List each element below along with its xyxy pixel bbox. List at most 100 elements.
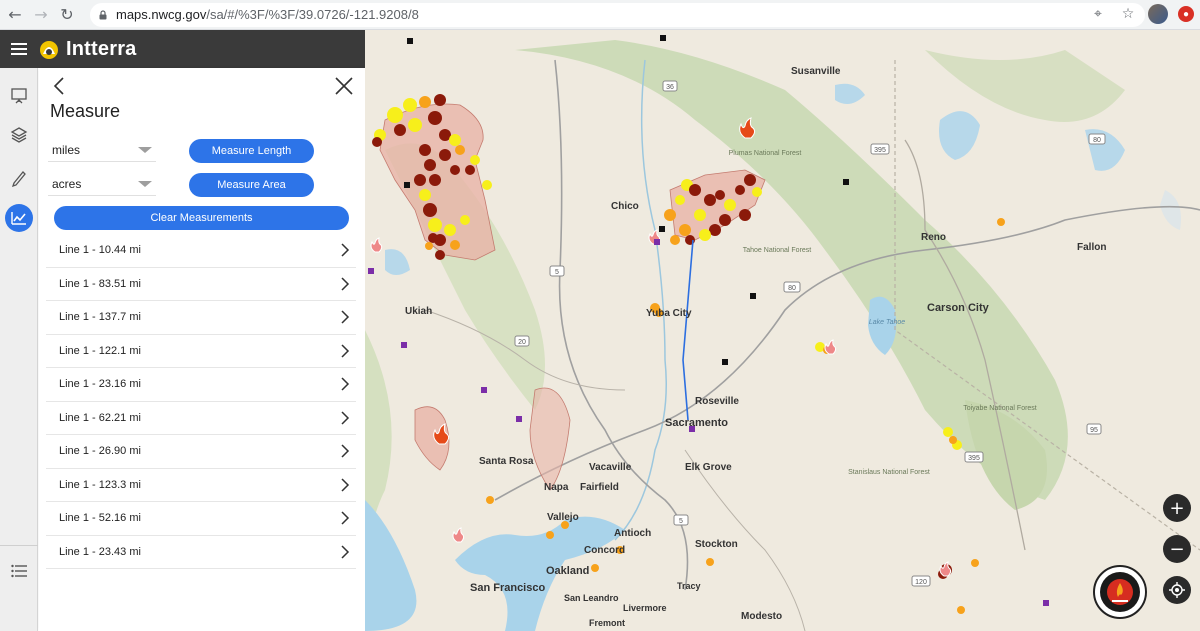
hotspot-dot bbox=[943, 427, 953, 437]
incident-marker[interactable] bbox=[516, 416, 522, 422]
label-napa: Napa bbox=[544, 482, 569, 493]
hotspot-dot bbox=[706, 558, 714, 566]
incident-marker[interactable] bbox=[659, 226, 665, 232]
measure-tool-button[interactable] bbox=[0, 199, 38, 237]
measurement-label: Line 1 - 62.21 mi bbox=[59, 411, 141, 424]
label-plumas-nf: Plumas National Forest bbox=[729, 150, 802, 157]
back-chevron-icon[interactable] bbox=[51, 76, 69, 96]
incident-marker[interactable] bbox=[481, 387, 487, 393]
hotspot-dot bbox=[408, 118, 422, 132]
incident-marker[interactable] bbox=[654, 239, 660, 245]
chevron-right-icon bbox=[341, 478, 350, 492]
label-santa-rosa: Santa Rosa bbox=[479, 456, 534, 467]
address-bar[interactable]: maps.nwcg.gov/sa/#/%3F/%3F/39.0726/-121.… bbox=[90, 2, 1145, 27]
label-susanville: Susanville bbox=[791, 66, 841, 77]
label-fairfield: Fairfield bbox=[580, 482, 619, 493]
incident-marker[interactable] bbox=[660, 35, 666, 41]
measurement-row[interactable]: Line 1 - 10.44 mi bbox=[46, 234, 356, 268]
measurement-row[interactable]: Line 1 - 52.16 mi bbox=[46, 502, 356, 536]
label-fremont: Fremont bbox=[589, 618, 625, 628]
zoom-in-button[interactable]: + bbox=[1163, 494, 1191, 522]
length-unit-value: miles bbox=[52, 143, 81, 157]
label-concord: Concord bbox=[584, 545, 625, 556]
label-toiyabe-nf: Toiyabe National Forest bbox=[963, 405, 1037, 412]
location-target-icon[interactable]: ⌖ bbox=[1088, 4, 1108, 24]
area-unit-select[interactable]: acres bbox=[48, 172, 156, 196]
hotspot-dot bbox=[403, 98, 417, 112]
hotspot-dot bbox=[444, 224, 456, 236]
measure-length-button[interactable]: Measure Length bbox=[189, 139, 314, 163]
forward-arrow-icon[interactable]: → bbox=[28, 2, 54, 28]
locate-me-button[interactable] bbox=[1163, 576, 1191, 604]
measurement-row[interactable]: Line 1 - 62.21 mi bbox=[46, 402, 356, 435]
hotspot-dot bbox=[429, 174, 441, 186]
incident-marker[interactable] bbox=[404, 182, 410, 188]
chevron-right-icon bbox=[341, 243, 350, 257]
rail-divider bbox=[0, 545, 38, 546]
hotspot-dot bbox=[387, 107, 403, 123]
measure-panel: Measure miles Measure Length acres Measu… bbox=[39, 68, 365, 631]
measurement-row[interactable]: Line 1 - 83.51 mi bbox=[46, 268, 356, 301]
clear-measurements-button[interactable]: Clear Measurements bbox=[54, 206, 349, 230]
bookmark-star-icon[interactable]: ☆ bbox=[1118, 4, 1138, 24]
measurement-row[interactable]: Line 1 - 123.3 mi bbox=[46, 469, 356, 502]
shield-sr20: 20 bbox=[518, 339, 526, 346]
hotspot-dot bbox=[419, 189, 431, 201]
measurement-row[interactable]: Line 1 - 23.16 mi bbox=[46, 368, 356, 402]
browser-toolbar: ← → ↻ maps.nwcg.gov/sa/#/%3F/%3F/39.0726… bbox=[0, 0, 1200, 30]
incident-marker[interactable] bbox=[1043, 600, 1049, 606]
incident-marker[interactable] bbox=[843, 179, 849, 185]
left-toolbar bbox=[0, 68, 38, 631]
measurement-row[interactable]: Line 1 - 137.7 mi bbox=[46, 301, 356, 335]
measurement-list: Line 1 - 10.44 mi Line 1 - 83.51 mi Line 1… bbox=[46, 234, 356, 569]
length-unit-select[interactable]: miles bbox=[48, 138, 156, 162]
incident-marker[interactable] bbox=[407, 38, 413, 44]
incident-marker[interactable] bbox=[722, 359, 728, 365]
map-canvas[interactable]: 5 5 80 80 395 395 20 95 120 36 Susanvill… bbox=[365, 30, 1200, 631]
reload-icon[interactable]: ↻ bbox=[54, 2, 80, 28]
hotspot-dot bbox=[546, 531, 554, 539]
url-text: maps.nwcg.gov/sa/#/%3F/%3F/39.0726/-121.… bbox=[116, 7, 419, 22]
intterra-logo-icon bbox=[40, 41, 58, 59]
draw-pencil-icon[interactable] bbox=[0, 159, 38, 197]
measurement-row[interactable]: Line 1 - 122.1 mi bbox=[46, 335, 356, 368]
hotspot-dot bbox=[425, 242, 433, 250]
app-brand: Intterra bbox=[66, 37, 137, 60]
hotspot-dot bbox=[460, 215, 470, 225]
nwcg-seal-logo bbox=[1093, 565, 1147, 619]
measure-area-button[interactable]: Measure Area bbox=[189, 173, 314, 197]
list-icon[interactable] bbox=[0, 552, 38, 590]
label-fallon: Fallon bbox=[1077, 242, 1106, 253]
hamburger-menu-icon[interactable] bbox=[0, 30, 38, 68]
incident-marker[interactable] bbox=[368, 268, 374, 274]
measurement-label: Line 1 - 83.51 mi bbox=[59, 277, 141, 290]
hotspot-dot bbox=[470, 155, 480, 165]
back-arrow-icon[interactable]: ← bbox=[2, 2, 28, 28]
layers-icon[interactable] bbox=[0, 116, 38, 154]
presentation-icon[interactable] bbox=[0, 77, 38, 115]
label-antioch: Antioch bbox=[614, 528, 651, 539]
measurement-row[interactable]: Line 1 - 23.43 mi bbox=[46, 536, 356, 569]
hotspot-dot bbox=[449, 134, 461, 146]
shield-i5a: 5 bbox=[555, 269, 559, 276]
zoom-out-button[interactable]: − bbox=[1163, 535, 1191, 563]
label-chico: Chico bbox=[611, 201, 639, 212]
url-host: maps.nwcg.gov bbox=[116, 7, 207, 22]
measurement-row[interactable]: Line 1 - 26.90 mi bbox=[46, 435, 356, 469]
shield-sr95: 95 bbox=[1090, 427, 1098, 434]
hotspot-dot bbox=[435, 250, 445, 260]
extension-icon[interactable]: ● bbox=[1178, 6, 1194, 22]
label-tracy: Tracy bbox=[677, 581, 701, 591]
hotspot-dot bbox=[450, 240, 460, 250]
profile-avatar[interactable] bbox=[1148, 4, 1168, 24]
incident-marker[interactable] bbox=[401, 342, 407, 348]
incident-marker[interactable] bbox=[750, 293, 756, 299]
label-ukiah: Ukiah bbox=[405, 306, 432, 317]
label-sacramento: Sacramento bbox=[665, 417, 728, 429]
hotspot-dot bbox=[971, 559, 979, 567]
hotspot-dot bbox=[419, 144, 431, 156]
url-path: /sa/#/%3F/%3F/39.0726/-121.9208/8 bbox=[206, 7, 419, 22]
label-carson-city: Carson City bbox=[927, 302, 990, 314]
close-icon[interactable] bbox=[333, 75, 355, 97]
label-san-leandro: San Leandro bbox=[564, 593, 619, 603]
